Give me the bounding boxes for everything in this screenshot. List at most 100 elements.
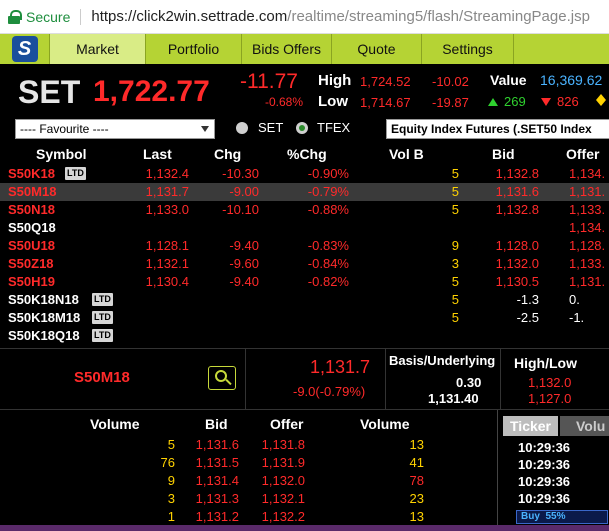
url-host[interactable]: https://click2win.settrade.com [91, 8, 287, 25]
index-value: 1,722.77 [93, 75, 210, 108]
col-last: Last [143, 146, 172, 162]
symbol-detail: S50M18 1,131.7 -9.0(-0.79%) Basis/Underl… [0, 348, 609, 410]
detail-high: 1,132.0 [528, 375, 572, 390]
index-change: -11.77 [240, 70, 298, 93]
table-row[interactable]: S50Z18 1,132.1 -9.60 -0.84% 3 1,132.0 1,133. [0, 255, 609, 273]
row-chg: -9.00 [229, 184, 259, 199]
col-symbol: Symbol [36, 146, 87, 162]
ticker-time: 10:29:36 [518, 457, 571, 472]
row-bid: 1,132.8 [495, 202, 539, 217]
tab-quote[interactable]: Quote [332, 34, 422, 64]
book-vol-bid: 5 [167, 437, 175, 452]
search-button[interactable] [208, 366, 236, 390]
table-row[interactable]: S50U18 1,128.1 -9.40 -0.83% 9 1,128.0 1,128. [0, 237, 609, 255]
row-symbol: S50H19 [8, 274, 55, 289]
unchanged-icon [596, 94, 606, 106]
tab-ticker[interactable]: Ticker [503, 416, 558, 436]
row-symbol: S50K18 [8, 166, 55, 181]
detail-change: -9.0(-0.79%) [293, 384, 366, 399]
book-bid: 1,131.4 [195, 473, 239, 488]
row-offer: 1,133. [569, 256, 606, 271]
favourite-select[interactable]: ---- Favourite ---- [15, 119, 215, 139]
lock-icon [8, 9, 22, 24]
book-offer: 1,131.9 [261, 455, 305, 470]
row-bid: 1,128.0 [495, 238, 539, 253]
underlying-value: 1,131.40 [428, 391, 479, 406]
book-row[interactable]: 1 1,131.2 1,132.2 13 [0, 508, 497, 526]
row-offer: 1,133. [569, 202, 606, 217]
low-value: 1,714.67 [360, 95, 411, 110]
up-count: 269 [504, 94, 526, 109]
row-chg: -9.40 [229, 238, 259, 253]
row-symbol: S50U18 [8, 238, 55, 253]
ltd-badge: LTD [92, 293, 113, 306]
basis-label: Basis/Underlying [389, 353, 496, 368]
table-row[interactable]: S50K18N18 5 -1.3 0. LTD [0, 291, 609, 309]
buy-ratio-bar: Buy 55% [516, 510, 608, 524]
row-offer: 1,131. [569, 184, 606, 199]
col-book-offer: Offer [270, 416, 304, 432]
ltd-badge: LTD [92, 329, 113, 342]
book-row[interactable]: 3 1,131.3 1,132.1 23 [0, 490, 497, 508]
detail-last: 1,131.7 [310, 357, 371, 377]
book-row[interactable]: 9 1,131.4 1,132.0 78 [0, 472, 497, 490]
address-bar[interactable]: Secure https://click2win.settrade.com/re… [0, 0, 609, 34]
table-row[interactable]: S50H19 1,130.4 -9.40 -0.82% 5 1,130.5 1,131. [0, 273, 609, 291]
logo[interactable]: S [0, 34, 50, 64]
ticker-time: 10:29:36 [518, 440, 571, 455]
row-pchg: -0.79% [307, 184, 349, 199]
radio-tfex[interactable] [296, 122, 308, 134]
address-divider [80, 8, 82, 25]
product-select[interactable]: Equity Index Futures (.SET50 Index [386, 119, 609, 139]
tab-volume[interactable]: Volu [560, 416, 609, 436]
table-row[interactable]: S50K18M18 5 -2.5 -1. LTD [0, 309, 609, 327]
row-symbol: S50K18M18 [8, 310, 81, 325]
ltd-badge: LTD [65, 167, 86, 180]
book-vol-offer: 13 [409, 437, 424, 452]
table-row[interactable]: S50N18 1,133.0 -10.10 -0.88% 5 1,132.8 1,133. [0, 201, 609, 219]
tab-bids-offers[interactable]: Bids Offers [242, 34, 332, 64]
col-pchg: %Chg [287, 146, 327, 162]
row-symbol: S50Q18 [8, 220, 56, 235]
high-label: High [318, 72, 352, 89]
row-offer: 0. [569, 292, 580, 307]
row-vol-b: 5 [451, 292, 459, 307]
low-diff: -19.87 [432, 95, 469, 110]
tab-market[interactable]: Market [50, 34, 146, 64]
row-offer: 1,131. [569, 274, 606, 289]
divider [500, 349, 501, 409]
tab-settings[interactable]: Settings [422, 34, 514, 64]
row-last: 1,132.4 [145, 166, 189, 181]
col-book-bid: Bid [205, 416, 228, 432]
tab-portfolio[interactable]: Portfolio [146, 34, 242, 64]
down-count: 826 [557, 94, 579, 109]
url-path[interactable]: /realtime/streaming5/flash/StreamingPage… [287, 8, 590, 25]
col-volume-bid: Volume [90, 416, 140, 432]
buy-label: Buy [521, 511, 540, 522]
row-bid: -1.3 [516, 292, 539, 307]
secure-label: Secure [26, 8, 71, 25]
row-vol-b: 5 [451, 202, 459, 217]
table-row[interactable]: S50K18 1,132.4 -10.30 -0.90% 5 1,132.8 1,134. L… [0, 165, 609, 183]
book-vol-bid: 9 [167, 473, 175, 488]
high-diff: -10.02 [432, 74, 469, 89]
row-last: 1,130.4 [145, 274, 189, 289]
table-row[interactable]: S50Q18 1,134. [0, 219, 609, 237]
row-chg: -9.40 [229, 274, 259, 289]
highlow-label: High/Low [514, 355, 577, 371]
radio-set[interactable] [236, 122, 248, 134]
book-vol-offer: 78 [409, 473, 424, 488]
table-row[interactable]: S50M18 1,131.7 -9.00 -0.79% 5 1,131.6 1,131. [0, 183, 609, 201]
row-last: 1,128.1 [145, 238, 189, 253]
book-row[interactable]: 5 1,131.6 1,131.8 13 [0, 436, 497, 454]
row-symbol: S50K18N18 [8, 292, 79, 307]
index-name: SET [18, 74, 81, 110]
table-row[interactable]: S50K18Q18 LTD [0, 327, 609, 345]
book-row[interactable]: 76 1,131.5 1,131.9 41 [0, 454, 497, 472]
detail-low: 1,127.0 [528, 391, 572, 406]
row-offer: -1. [569, 310, 585, 325]
row-vol-b: 5 [451, 274, 459, 289]
row-last: 1,133.0 [145, 202, 189, 217]
row-symbol: S50M18 [8, 184, 57, 199]
col-bid: Bid [492, 146, 515, 162]
